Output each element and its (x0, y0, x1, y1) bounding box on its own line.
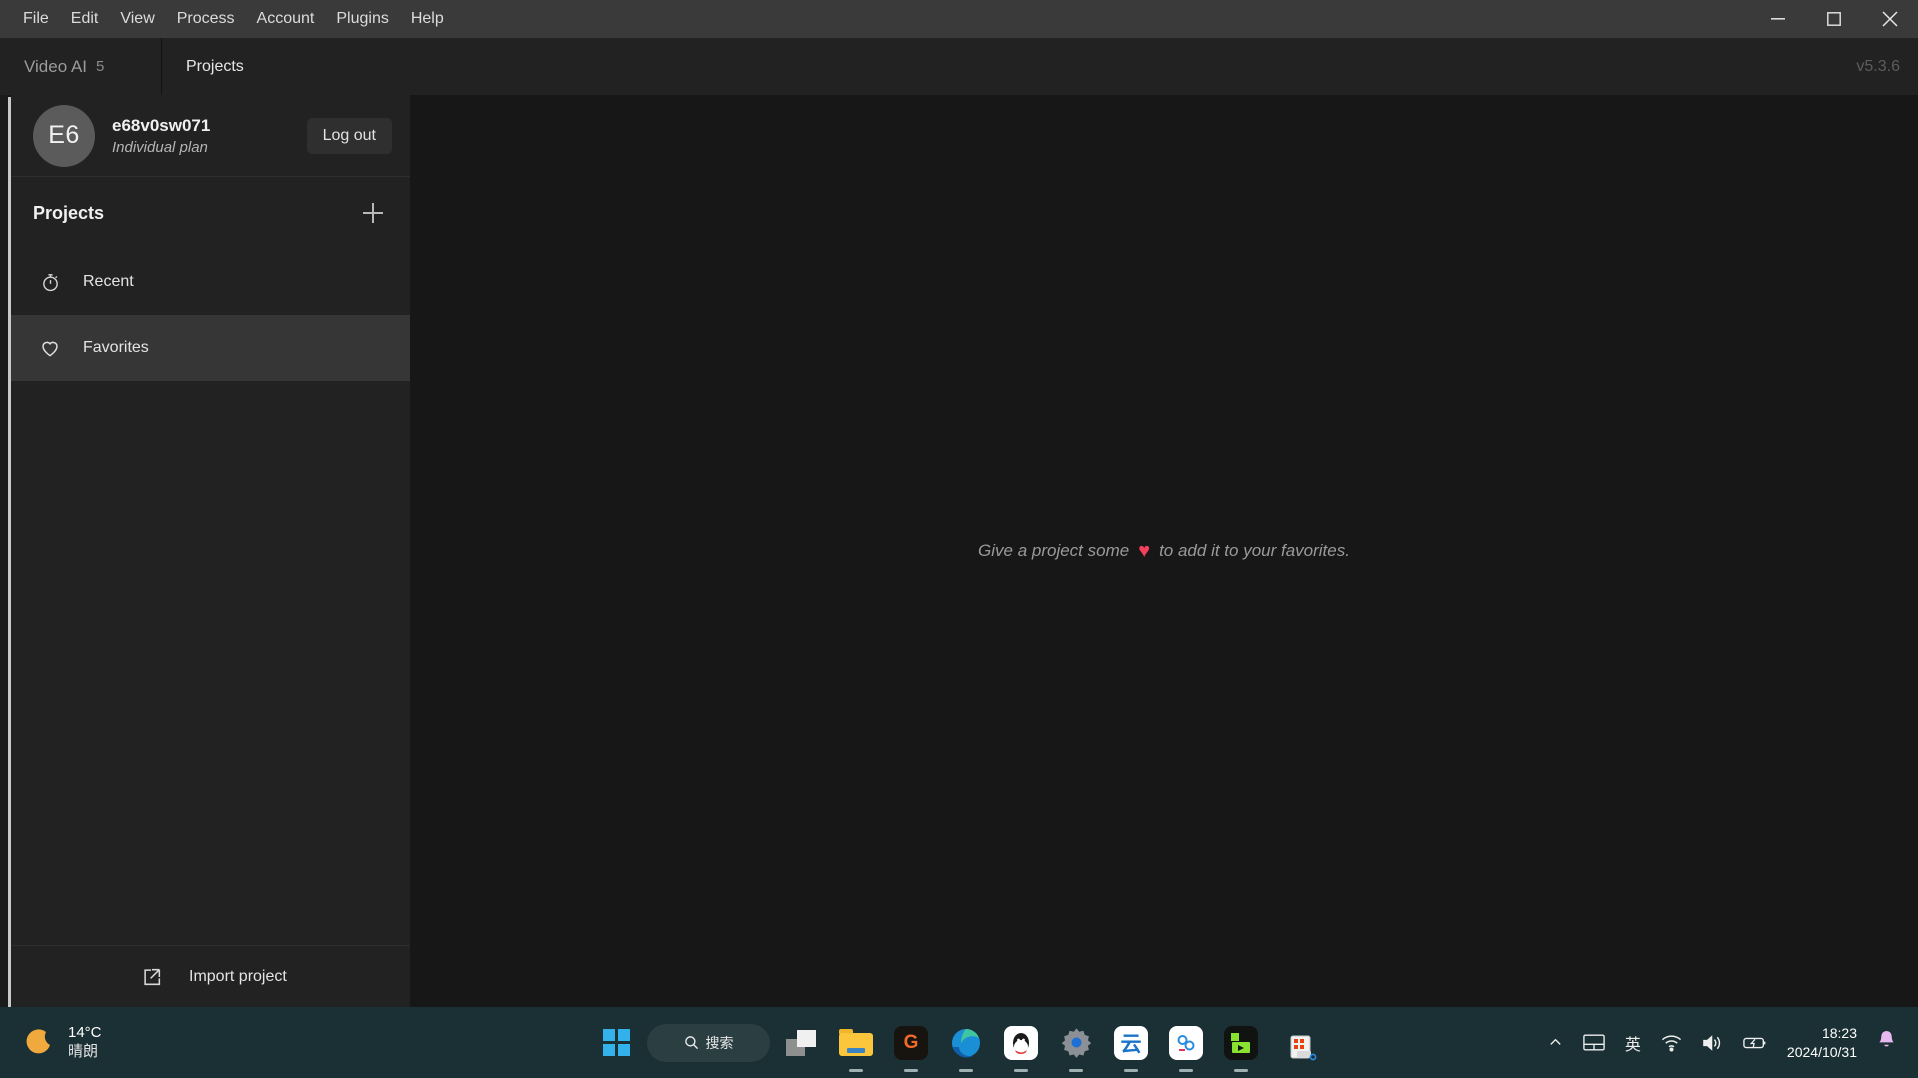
topaz-video-ai-button[interactable] (1217, 1019, 1265, 1067)
sidebar-spacer (11, 381, 410, 945)
account-username: e68v0sw071 (112, 116, 210, 136)
heart-icon-inline: ♥ (1138, 540, 1150, 563)
menu-item-plugins[interactable]: Plugins (325, 5, 399, 33)
import-project-button[interactable]: Import project (11, 945, 410, 1007)
window-controls (1750, 0, 1918, 38)
tab-bar: Video AI 5 Projects v5.3.6 (0, 38, 1918, 95)
sidebar-item-label-favorites: Favorites (83, 339, 149, 357)
account-row: E6 e68v0sw071 Individual plan Log out (11, 95, 410, 177)
folder-icon (839, 1029, 873, 1056)
g-logo-icon: G (894, 1026, 928, 1060)
menu-bar: File Edit View Process Account Plugins H… (0, 0, 1918, 38)
volume-button[interactable] (1694, 1019, 1731, 1067)
weather-text: 14°C 晴朗 (68, 1024, 102, 1062)
clock-time: 18:23 (1822, 1024, 1857, 1043)
plus-icon (360, 200, 386, 226)
ime-language-button[interactable]: 英 (1617, 1019, 1649, 1067)
weather-condition: 晴朗 (68, 1043, 102, 1062)
app-brand: Video AI 5 (0, 38, 162, 95)
cloud-character-icon: 云 (1114, 1026, 1148, 1060)
windows-logo-icon (603, 1029, 630, 1056)
qq-button[interactable] (997, 1019, 1045, 1067)
menu-item-edit[interactable]: Edit (60, 5, 110, 33)
menu-item-process[interactable]: Process (166, 5, 246, 33)
chevron-up-icon (1548, 1035, 1563, 1050)
tray-overflow-button[interactable] (1540, 1019, 1571, 1067)
notification-button[interactable] (1869, 1019, 1904, 1067)
volume-icon (1702, 1034, 1723, 1052)
sidebar-item-favorites[interactable]: Favorites (11, 315, 410, 381)
menu-item-file[interactable]: File (12, 5, 60, 33)
brand-version-number: 5 (96, 58, 104, 75)
edge-icon (950, 1027, 982, 1059)
window-left-gutter (0, 95, 8, 1007)
empty-message-before: Give a project some (978, 541, 1129, 561)
application-window: File Edit View Process Account Plugins H… (0, 0, 1918, 1078)
main-content-area: Give a project some ♥ to add it to your … (410, 95, 1918, 1007)
heart-icon (39, 337, 61, 359)
account-plan: Individual plan (112, 139, 210, 156)
maximize-button[interactable] (1806, 0, 1862, 38)
system-tray: 英 (1540, 1019, 1904, 1067)
gear-icon (1061, 1027, 1092, 1058)
bell-icon (1877, 1029, 1896, 1056)
battery-icon (1743, 1035, 1767, 1051)
logout-button[interactable]: Log out (307, 118, 392, 154)
add-project-button[interactable] (356, 196, 390, 230)
clock-date: 2024/10/31 (1787, 1043, 1857, 1062)
sogou-input-button[interactable]: 云 (1107, 1019, 1155, 1067)
input-panel-button[interactable] (1575, 1019, 1613, 1067)
weather-widget[interactable]: 14°C 晴朗 (22, 1024, 102, 1062)
search-label: 搜索 (706, 1033, 734, 1053)
baidu-cloud-icon (1169, 1026, 1203, 1060)
stopwatch-icon (39, 271, 61, 293)
start-button[interactable] (592, 1019, 640, 1067)
file-thumbnail-button[interactable] (1278, 1027, 1326, 1075)
account-text: e68v0sw071 Individual plan (112, 116, 210, 156)
gif-app-button[interactable]: G (887, 1019, 935, 1067)
import-arrow-icon (141, 966, 163, 988)
taskbar: 14°C 晴朗 搜索 G (0, 1007, 1918, 1078)
projects-header: Projects (11, 177, 410, 249)
moon-icon (22, 1026, 56, 1060)
wifi-button[interactable] (1653, 1019, 1690, 1067)
tab-projects[interactable]: Projects (162, 38, 268, 95)
empty-message-after: to add it to your favorites. (1159, 541, 1350, 561)
sidebar-item-recent[interactable]: Recent (11, 249, 410, 315)
search-icon (684, 1035, 699, 1050)
avatar: E6 (33, 105, 95, 167)
input-panel-icon (1583, 1033, 1605, 1052)
favorites-empty-message: Give a project some ♥ to add it to your … (978, 540, 1350, 563)
brand-name: Video AI (24, 57, 87, 77)
search-button[interactable]: 搜索 (647, 1024, 770, 1062)
task-view-button[interactable] (777, 1019, 825, 1067)
projects-header-label: Projects (33, 203, 104, 224)
menu-item-help[interactable]: Help (400, 5, 455, 33)
close-button[interactable] (1862, 0, 1918, 38)
baidu-netdisk-button[interactable] (1162, 1019, 1210, 1067)
minimize-button[interactable] (1750, 0, 1806, 38)
clock-button[interactable]: 18:23 2024/10/31 (1779, 1024, 1865, 1062)
weather-temperature: 14°C (68, 1024, 102, 1043)
menu-items: File Edit View Process Account Plugins H… (12, 5, 455, 33)
edge-button[interactable] (942, 1019, 990, 1067)
wifi-icon (1661, 1034, 1682, 1052)
battery-button[interactable] (1735, 1019, 1775, 1067)
task-view-icon (786, 1030, 816, 1056)
file-explorer-button[interactable] (832, 1019, 880, 1067)
app-version-label: v5.3.6 (1856, 58, 1900, 76)
settings-button[interactable] (1052, 1019, 1100, 1067)
penguin-icon (1004, 1026, 1038, 1060)
import-project-label: Import project (189, 968, 287, 986)
menu-item-view[interactable]: View (109, 5, 165, 33)
play-square-icon (1224, 1026, 1258, 1060)
sidebar: E6 e68v0sw071 Individual plan Log out Pr… (11, 95, 410, 1007)
sidebar-item-label-recent: Recent (83, 273, 134, 291)
menu-item-account[interactable]: Account (246, 5, 326, 33)
taskbar-center-group: 搜索 G (592, 1011, 1326, 1075)
document-thumbnail-icon (1287, 1033, 1317, 1068)
